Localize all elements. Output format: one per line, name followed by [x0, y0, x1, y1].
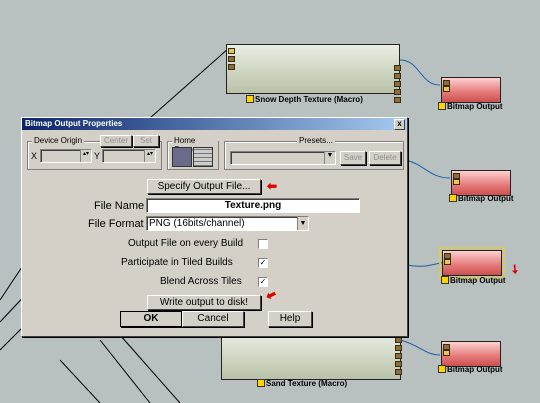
- sand-macro-label: Sand Texture (Macro): [257, 379, 347, 388]
- file-format-label: File Format: [88, 218, 144, 230]
- file-format-value: PNG (16bits/channel): [149, 218, 245, 229]
- wire-bottom-1: [99, 339, 151, 403]
- snow-depth-macro-node[interactable]: [226, 44, 401, 103]
- home-space-globe-icon[interactable]: [172, 147, 192, 167]
- file-name-field[interactable]: Texture.png: [146, 198, 360, 213]
- red-arrow-write: ⬅: [263, 286, 279, 304]
- x-origin-field[interactable]: ▴▾: [40, 149, 92, 163]
- close-icon: x: [397, 119, 402, 128]
- file-format-select[interactable]: PNG (16bits/channel) ▼: [146, 216, 309, 231]
- file-name-label: File Name: [94, 200, 145, 212]
- bitmap-output-label-4: Bitmap Output: [438, 365, 503, 374]
- help-button[interactable]: Help: [268, 311, 312, 327]
- wire-blue-1: [399, 59, 441, 86]
- bitmap-output-node-4[interactable]: [441, 341, 501, 367]
- bitmap-output-properties-dialog: Bitmap Output Properties x Device Origin…: [21, 117, 408, 337]
- chevron-down-icon: ▼: [324, 152, 335, 164]
- sand-macro-node[interactable]: [221, 332, 402, 380]
- chevron-down-icon: ▼: [297, 217, 308, 230]
- wire-blue-2: [405, 159, 451, 179]
- dialog-titlebar: Bitmap Output Properties x: [22, 118, 407, 130]
- red-arrow-specify: ⬅: [267, 179, 278, 193]
- wire-blue-3: [405, 261, 446, 267]
- bitmap-output-node-1[interactable]: [441, 77, 501, 103]
- tiled-builds-checkbox[interactable]: ✓: [258, 258, 268, 268]
- every-build-label: Output File on every Build: [128, 238, 244, 249]
- ok-button[interactable]: OK: [120, 311, 182, 327]
- center-button[interactable]: Center: [100, 135, 132, 147]
- y-label: Y: [94, 151, 101, 161]
- y-origin-field[interactable]: ▴▾: [102, 149, 156, 163]
- presets-group: Presets... ▼ Save Delete: [224, 136, 404, 170]
- presets-dropdown[interactable]: ▼: [230, 151, 336, 165]
- blend-tiles-checkbox[interactable]: ✓: [258, 277, 268, 287]
- device-origin-title: Device Origin: [32, 136, 85, 145]
- preset-delete-button[interactable]: Delete: [369, 151, 401, 165]
- wire-bottom-3: [59, 359, 101, 403]
- bitmap-output-label-3: Bitmap Output: [441, 276, 506, 285]
- tiled-builds-label: Participate in Tiled Builds: [121, 257, 233, 268]
- x-label: X: [31, 151, 38, 161]
- bitmap-output-label-2: Bitmap Output: [449, 194, 514, 203]
- specify-output-file-button[interactable]: Specify Output File...: [147, 179, 261, 194]
- home-space-group: Home Space: [167, 136, 219, 170]
- blend-tiles-label: Blend Across Tiles: [160, 276, 242, 287]
- bitmap-output-label-1: Bitmap Output: [438, 102, 503, 111]
- snow-depth-macro-label: Snow Depth Texture (Macro): [246, 95, 363, 104]
- preset-save-button[interactable]: Save: [340, 151, 366, 165]
- wire-bottom-2: [119, 334, 181, 403]
- device-origin-group: Device Origin Center Set X ▴▾ Y ▴▾: [27, 135, 162, 170]
- wire-blue-4: [399, 339, 441, 356]
- home-space-grid-icon[interactable]: [193, 147, 213, 167]
- close-button[interactable]: x: [394, 119, 405, 130]
- write-output-button[interactable]: Write output to disk!: [147, 295, 261, 310]
- wire-top-left: [149, 47, 230, 119]
- set-button[interactable]: Set: [133, 135, 159, 147]
- every-build-checkbox[interactable]: [258, 239, 268, 249]
- dialog-title: Bitmap Output Properties: [25, 119, 123, 128]
- cancel-button[interactable]: Cancel: [182, 311, 244, 327]
- presets-title: Presets...: [297, 136, 335, 145]
- bitmap-output-node-3[interactable]: [439, 247, 505, 279]
- bitmap-output-node-2[interactable]: [451, 170, 511, 196]
